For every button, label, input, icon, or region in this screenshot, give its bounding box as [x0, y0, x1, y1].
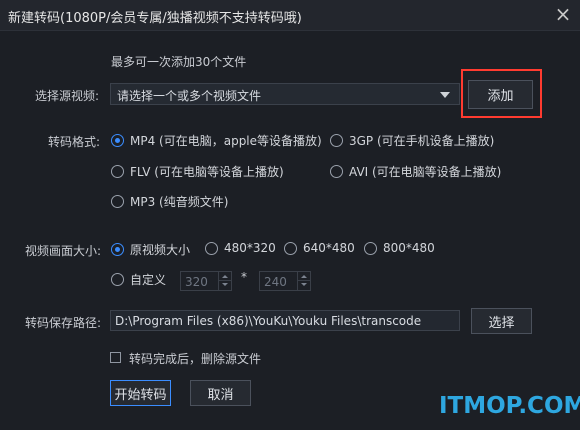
watermark-logo: ITMOP.COM [439, 393, 580, 419]
cancel-button-label: 取消 [207, 388, 234, 403]
format-option-mp3[interactable]: MP3 (纯音频文件) [111, 193, 228, 210]
radio-unchecked-icon [111, 273, 124, 286]
format-option-label: 3GP (可在手机设备上播放) [349, 134, 495, 148]
add-button-label: 添加 [487, 89, 514, 104]
start-transcode-button[interactable]: 开始转码 [110, 380, 171, 406]
radio-checked-icon [111, 134, 124, 147]
size-option-custom[interactable]: 自定义 [111, 271, 166, 288]
source-video-select[interactable]: 请选择一个或多个视频文件 [110, 83, 460, 105]
size-option-label: 640*480 [303, 241, 355, 255]
size-option-label: 800*480 [383, 241, 435, 255]
cancel-button[interactable]: 取消 [190, 380, 251, 406]
dialog-title: 新建转码(1080P/会员专属/独播视频不支持转码哦) [8, 11, 302, 26]
format-label: 转码格式: [48, 135, 101, 149]
format-option-avi[interactable]: AVI (可在电脑等设备上播放) [330, 163, 501, 180]
output-path-input[interactable]: D:\Program Files (x86)\YouKu\Youku Files… [110, 310, 460, 331]
size-option-640x480[interactable]: 640*480 [284, 241, 355, 255]
format-option-3gp[interactable]: 3GP (可在手机设备上播放) [330, 132, 494, 149]
add-button[interactable]: 添加 [468, 80, 533, 109]
size-option-original[interactable]: 原视频大小 [111, 241, 190, 258]
source-video-placeholder: 请选择一个或多个视频文件 [117, 89, 262, 103]
format-option-label: FLV (可在电脑等设备上播放) [130, 165, 284, 179]
close-button[interactable]: × [546, 0, 580, 30]
start-transcode-label: 开始转码 [114, 388, 167, 403]
radio-unchecked-icon [284, 241, 297, 255]
format-option-label: AVI (可在电脑等设备上播放) [349, 165, 502, 179]
radio-unchecked-icon [330, 134, 343, 147]
size-separator: * [241, 270, 247, 284]
size-option-800x480[interactable]: 800*480 [364, 241, 435, 255]
radio-unchecked-icon [205, 241, 218, 255]
delete-source-label: 转码完成后，删除源文件 [129, 352, 262, 366]
spin-down-icon[interactable] [218, 280, 231, 290]
custom-width-value: 320 [185, 275, 208, 289]
size-option-label: 480*320 [224, 241, 276, 255]
size-option-label: 原视频大小 [130, 243, 191, 257]
file-limit-hint: 最多可一次添加30个文件 [111, 55, 247, 69]
format-option-label: MP4 (可在电脑，apple等设备播放) [130, 134, 322, 148]
radio-unchecked-icon [111, 165, 124, 178]
radio-unchecked-icon [111, 195, 124, 208]
radio-unchecked-icon [330, 165, 343, 178]
output-path-label: 转码保存路径: [25, 316, 102, 330]
custom-width-input[interactable]: 320 [180, 271, 232, 291]
custom-height-input[interactable]: 240 [259, 271, 311, 291]
size-option-label: 自定义 [130, 273, 167, 287]
video-size-label: 视频画面大小: [25, 244, 102, 258]
source-video-label: 选择源视频: [35, 89, 100, 103]
custom-height-value: 240 [264, 275, 287, 289]
spin-down-icon[interactable] [297, 280, 310, 290]
size-option-480x320[interactable]: 480*320 [205, 241, 276, 255]
transcode-dialog: 新建转码(1080P/会员专属/独播视频不支持转码哦) × 最多可一次添加30个… [0, 0, 580, 430]
title-bar: 新建转码(1080P/会员专属/独播视频不支持转码哦) × [0, 0, 580, 31]
radio-checked-icon [111, 243, 124, 256]
radio-unchecked-icon [364, 241, 377, 255]
output-path-value: D:\Program Files (x86)\YouKu\Youku Files… [115, 314, 422, 328]
browse-button[interactable]: 选择 [471, 308, 532, 334]
delete-source-checkbox[interactable] [110, 352, 121, 363]
browse-button-label: 选择 [488, 316, 515, 331]
format-option-flv[interactable]: FLV (可在电脑等设备上播放) [111, 163, 284, 180]
dropdown-arrow-icon [440, 92, 450, 98]
format-option-label: MP3 (纯音频文件) [130, 195, 229, 209]
format-option-mp4[interactable]: MP4 (可在电脑，apple等设备播放) [111, 132, 322, 149]
